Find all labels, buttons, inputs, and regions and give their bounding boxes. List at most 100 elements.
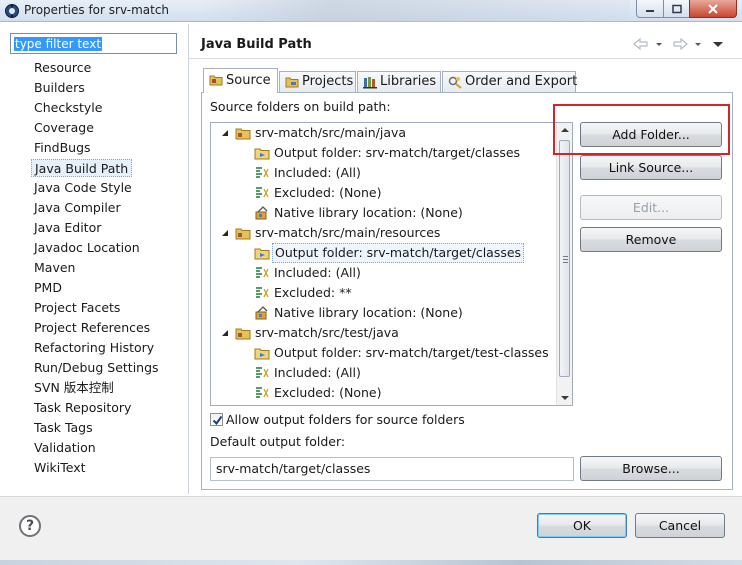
tree-row[interactable]: Included: (All) [211, 363, 556, 383]
filter-input[interactable]: type filter text [10, 33, 177, 54]
output-folder-icon [254, 248, 270, 260]
package-folder-icon [235, 328, 251, 340]
window-bottom-edge [0, 560, 742, 565]
tree-row-label: srv-match/src/main/resources [255, 225, 441, 240]
tree-row-selected[interactable]: Output folder: srv-match/target/classes [211, 243, 556, 263]
tab-order-and-export[interactable]: Order and Export [442, 71, 577, 92]
maximize-button[interactable] [663, 0, 690, 18]
titlebar-background [200, 0, 630, 22]
tree-row[interactable]: Excluded: (None) [211, 183, 556, 203]
tab-source[interactable]: Source [203, 68, 278, 93]
nav-item-java-editor[interactable]: Java Editor [31, 219, 104, 237]
source-folders-tree[interactable]: srv-match/src/main/java Output folder: s… [210, 122, 573, 406]
nav-item-javadoc-location[interactable]: Javadoc Location [31, 239, 143, 257]
native-library-icon [255, 306, 268, 320]
forward-arrow-icon[interactable] [671, 36, 689, 52]
minimize-button[interactable] [636, 0, 664, 18]
expanded-twistie-icon[interactable] [221, 229, 229, 237]
scrollbar-thumb[interactable] [559, 140, 570, 377]
filter-icon [256, 287, 269, 298]
edit-button[interactable]: Edit... [580, 195, 722, 220]
window-title: Properties for srv-match [24, 3, 170, 17]
forward-menu-chevron-icon[interactable] [693, 36, 703, 52]
back-menu-chevron-icon[interactable] [654, 36, 664, 52]
window-titlebar[interactable]: Properties for srv-match [0, 0, 742, 22]
expanded-twistie-icon[interactable] [221, 129, 229, 137]
order-export-icon [448, 76, 462, 89]
scroll-down-icon[interactable] [561, 396, 569, 400]
nav-item-project-references[interactable]: Project References [31, 319, 153, 337]
view-menu-icon[interactable] [711, 36, 725, 52]
cancel-button[interactable]: Cancel [635, 513, 725, 538]
tree-row-label: Output folder: srv-match/target/test-cla… [274, 345, 549, 360]
tree-row[interactable]: Native library location: (None) [211, 203, 556, 223]
grip-icon [563, 256, 568, 263]
nav-item-findbugs[interactable]: FindBugs [31, 139, 94, 157]
tree-row-label: Included: (All) [274, 265, 361, 280]
tree-row-label: Included: (All) [274, 365, 361, 380]
nav-item-resource[interactable]: Resource [31, 59, 94, 77]
ok-button[interactable]: OK [537, 513, 627, 538]
tree-row[interactable]: Output folder: srv-match/target/test-cla… [211, 343, 556, 363]
link-source-button[interactable]: Link Source... [580, 155, 722, 180]
nav-item-java-code-style[interactable]: Java Code Style [31, 179, 135, 197]
close-button[interactable] [689, 0, 737, 18]
default-output-folder-field[interactable]: srv-match/target/classes [210, 457, 574, 481]
nav-item-wikitext[interactable]: WikiText [31, 459, 89, 477]
tree-row[interactable]: Excluded: ** [211, 283, 556, 303]
tree-row[interactable]: Output folder: srv-match/target/classes [211, 143, 556, 163]
nav-item-pmd[interactable]: PMD [31, 279, 65, 297]
filter-icon [256, 367, 269, 378]
nav-item-java-compiler[interactable]: Java Compiler [31, 199, 124, 217]
tree-row-label: srv-match/src/test/java [255, 325, 399, 340]
tab-libraries[interactable]: Libraries [357, 71, 441, 92]
tree-row-label: srv-match/src/main/java [255, 125, 407, 140]
nav-item-validation[interactable]: Validation [31, 439, 99, 457]
filter-icon [256, 167, 269, 178]
tab-source-label: Source [226, 73, 271, 88]
expanded-twistie-icon[interactable] [221, 329, 229, 337]
tree-row[interactable]: Native library location: (None) [211, 303, 556, 323]
tab-libraries-label: Libraries [380, 74, 437, 89]
nav-item-svn[interactable]: SVN 版本控制 [31, 379, 117, 397]
tree-row-label: Output folder: srv-match/target/classes [272, 243, 525, 263]
tree-scrollbar[interactable] [556, 123, 572, 405]
nav-item-coverage[interactable]: Coverage [31, 119, 97, 137]
tree-row-label: Excluded: (None) [274, 385, 382, 400]
tree-row-label: Native library location: (None) [274, 305, 463, 320]
minimize-icon [646, 9, 654, 12]
sash-divider[interactable] [188, 24, 189, 494]
checkmark-icon [212, 415, 223, 426]
remove-button[interactable]: Remove [580, 227, 722, 252]
filter-icon [256, 387, 269, 398]
package-folder-icon [235, 228, 251, 240]
page-title: Java Build Path [201, 37, 312, 52]
nav-item-checkstyle[interactable]: Checkstyle [31, 99, 105, 117]
header-separator [189, 58, 742, 59]
tree-row[interactable]: srv-match/src/test/java [211, 323, 556, 343]
nav-item-java-build-path[interactable]: Java Build Path [31, 159, 133, 177]
tree-row[interactable]: Included: (All) [211, 263, 556, 283]
tab-projects[interactable]: Projects [279, 71, 356, 92]
browse-button[interactable]: Browse... [580, 456, 722, 481]
nav-item-builders[interactable]: Builders [31, 79, 88, 97]
nav-item-run-debug-settings[interactable]: Run/Debug Settings [31, 359, 162, 377]
nav-item-refactoring-history[interactable]: Refactoring History [31, 339, 157, 357]
help-icon[interactable]: ? [19, 515, 41, 537]
tree-row[interactable]: Excluded: (None) [211, 383, 556, 403]
tree-row[interactable]: srv-match/src/main/java [211, 123, 556, 143]
allow-output-folders-checkbox[interactable] [210, 413, 223, 426]
tree-row[interactable]: Included: (All) [211, 163, 556, 183]
package-folder-icon [235, 128, 251, 140]
nav-item-project-facets[interactable]: Project Facets [31, 299, 123, 317]
nav-item-task-repository[interactable]: Task Repository [31, 399, 134, 417]
allow-output-folders-label[interactable]: Allow output folders for source folders [226, 412, 465, 427]
nav-item-task-tags[interactable]: Task Tags [31, 419, 96, 437]
output-folder-icon [254, 348, 270, 360]
back-arrow-icon[interactable] [632, 36, 650, 52]
source-folders-label: Source folders on build path: [210, 99, 391, 114]
libraries-icon [363, 77, 377, 89]
filter-icon [256, 267, 269, 278]
tree-row[interactable]: srv-match/src/main/resources [211, 223, 556, 243]
nav-item-maven[interactable]: Maven [31, 259, 78, 277]
